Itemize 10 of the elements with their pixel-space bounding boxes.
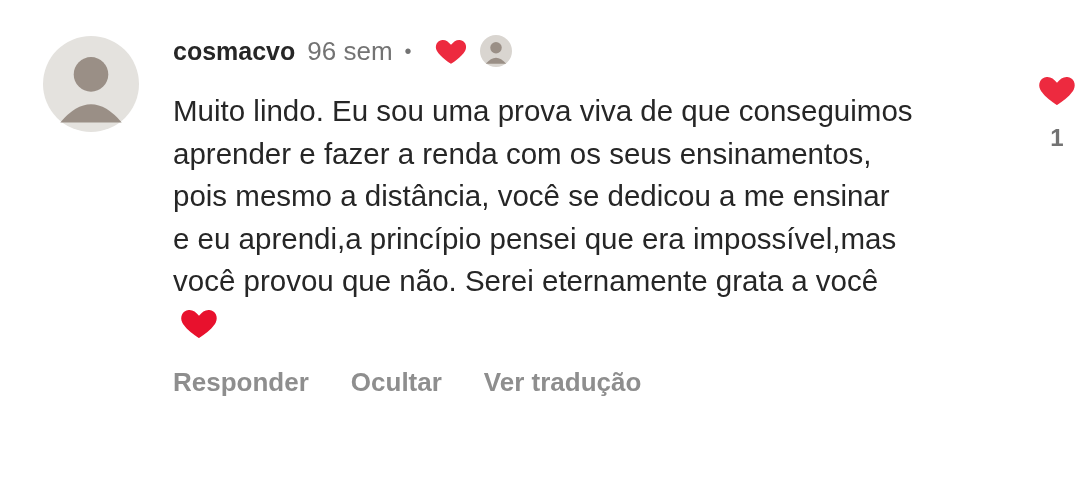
action-link[interactable]: Ocultar bbox=[350, 367, 442, 398]
action-link[interactable]: Ver tradução bbox=[483, 367, 642, 398]
username[interactable]: cosmacvo bbox=[173, 36, 296, 66]
timestamp: 96 sem bbox=[307, 35, 393, 67]
separator-dot: • bbox=[404, 39, 412, 63]
author-avatar bbox=[479, 35, 512, 67]
avatar[interactable] bbox=[43, 36, 139, 132]
comment-text: Muito lindo. Eu sou uma prova viva de que conseguimos aprender e fazer a renda com os seus ensinamentos, pois mesmo a distância, você se dedicou a me ensinar e eu aprendi,a princípio pensei que era impossível,mas você provou que não. Serei eternamente grata a você bbox=[173, 90, 913, 345]
like-count: 1 bbox=[1050, 124, 1064, 152]
action-link[interactable]: Responder bbox=[173, 367, 309, 398]
